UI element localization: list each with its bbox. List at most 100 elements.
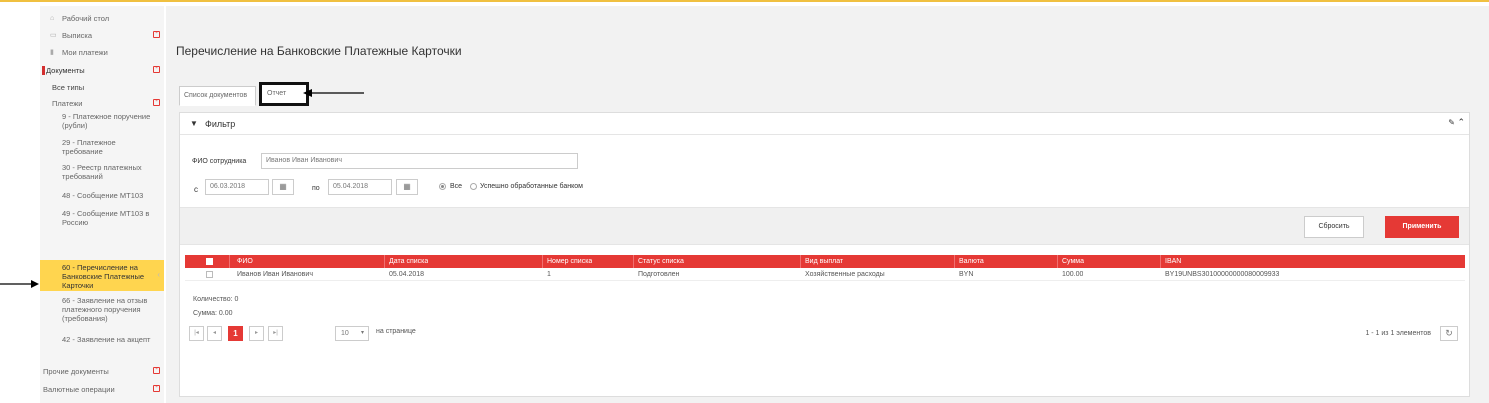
first-page-icon[interactable]: |◂ — [189, 326, 204, 341]
sidebar-item-label: Документы — [46, 66, 85, 75]
sidebar-item-label: Все типы — [52, 83, 85, 92]
top-accent-line — [0, 0, 1489, 2]
main-content: Перечисление на Банковские Платежные Кар… — [166, 6, 1489, 403]
cell-status: Подготовлен — [638, 271, 680, 278]
sidebar-item-label: 30 - Реестр платежных требований — [62, 163, 142, 181]
sidebar-item-doc-49[interactable]: 49 - Сообщение MT103 в Россию — [40, 209, 164, 231]
column-header-currency[interactable]: Валюта — [959, 255, 984, 268]
calendar-icon[interactable]: ▦ — [396, 179, 418, 195]
cell-currency: BYN — [959, 271, 974, 278]
sidebar-item-doc-42[interactable]: 42 - Заявление на акцепт — [40, 335, 164, 357]
cell-sum: 100.00 — [1062, 271, 1084, 278]
select-all-checkbox[interactable] — [206, 258, 213, 265]
row-checkbox[interactable] — [206, 271, 213, 278]
sidebar-item-label: Прочие документы — [43, 367, 109, 376]
page-size-value: 10 — [341, 330, 349, 337]
page-size-select[interactable]: 10 ▾ — [335, 326, 369, 341]
column-header-iban[interactable]: IBAN — [1165, 255, 1181, 268]
sidebar-item-doc-48[interactable]: 48 - Сообщение MT103 — [40, 191, 164, 201]
sidebar-item-currency-ops[interactable]: Валютные операции - — [40, 384, 164, 395]
date-from-input[interactable]: 06.03.2018 — [205, 179, 269, 195]
sidebar-item-label: 9 - Платежное поручение (рубли) — [62, 112, 151, 130]
sidebar-item-label: Платежи — [52, 99, 83, 108]
total-sum: Сумма: 0.00 — [193, 310, 233, 317]
chevron-up-icon[interactable]: ⌃ — [1457, 117, 1465, 128]
refresh-icon[interactable]: ↻ — [1440, 326, 1458, 341]
column-header-date[interactable]: Дата списка — [389, 255, 428, 268]
sidebar-item-my-payments[interactable]: ▮ Мои платежи — [40, 48, 164, 58]
cell-iban: BY19UNBS30100000000080009933 — [1165, 271, 1280, 278]
radio-processed[interactable] — [470, 183, 477, 190]
calendar-icon[interactable]: ▦ — [272, 179, 294, 195]
sidebar-item-label: 49 - Сообщение MT103 в Россию — [62, 209, 150, 227]
tab-document-list[interactable]: Список документов — [179, 86, 256, 106]
next-page-icon[interactable]: ▸ — [249, 326, 264, 341]
cell-fio: Иванов Иван Иванович — [237, 271, 313, 278]
funnel-icon: ▼ — [190, 119, 198, 128]
page-size-label: на странице — [376, 328, 416, 335]
current-page[interactable]: 1 — [228, 326, 243, 341]
documents-table: ФИО Дата списка Номер списка Статус спис… — [185, 255, 1465, 281]
column-divider — [800, 255, 801, 268]
sidebar-item-payments[interactable]: Платежи - — [40, 98, 164, 109]
column-divider — [229, 255, 230, 268]
sidebar-item-doc-30[interactable]: 30 - Реестр платежных требований — [40, 163, 164, 185]
sidebar-item-label: 42 - Заявление на акцепт — [62, 335, 151, 344]
filter-actions: Сбросить Применить — [180, 207, 1469, 245]
column-divider — [954, 255, 955, 268]
table-row[interactable]: Иванов Иван Иванович 05.04.2018 1 Подгот… — [185, 268, 1465, 281]
items-range: 1 - 1 из 1 элементов — [1365, 330, 1431, 337]
collapse-icon[interactable]: - — [153, 98, 160, 106]
pin-icon[interactable]: ✎ — [1448, 118, 1455, 127]
column-header-sum[interactable]: Сумма — [1062, 255, 1084, 268]
sidebar-item-statement[interactable]: ▭ Выписка - — [40, 30, 164, 41]
sidebar-item-desktop[interactable]: ⌂ Рабочий стол — [40, 14, 164, 24]
sidebar-item-label: Валютные операции — [43, 385, 115, 394]
column-divider — [1160, 255, 1161, 268]
column-header-status[interactable]: Статус списка — [638, 255, 684, 268]
collapse-icon[interactable]: - — [153, 30, 160, 38]
statement-icon: ▭ — [50, 32, 57, 39]
sidebar-item-other-docs[interactable]: Прочие документы - — [40, 366, 164, 377]
last-page-icon[interactable]: ▸| — [268, 326, 283, 341]
filter-header[interactable]: ▼ Фильтр ✎ ⌃ — [180, 113, 1469, 135]
annotation-arrow-tab — [303, 89, 364, 97]
sidebar-item-label: Выписка — [62, 31, 93, 40]
sidebar-item-doc-29[interactable]: 29 - Платежное требование — [40, 138, 164, 160]
filter-title: Фильтр — [205, 119, 236, 129]
sidebar-item-doc-60[interactable]: 60 - Перечисление на Банковские Платежны… — [40, 260, 164, 291]
sidebar-item-doc-66[interactable]: 66 - Заявление на отзыв платежного поруч… — [40, 296, 164, 328]
collapse-icon[interactable]: - — [153, 65, 160, 73]
sidebar-item-label: 66 - Заявление на отзыв платежного поруч… — [62, 296, 148, 323]
column-header-number[interactable]: Номер списка — [547, 255, 592, 268]
chevron-left-icon: ‹ — [157, 270, 160, 279]
column-divider — [384, 255, 385, 268]
cell-type: Хозяйственные расходы — [805, 271, 885, 278]
reset-button[interactable]: Сбросить — [1304, 216, 1364, 238]
cell-number: 1 — [547, 271, 551, 278]
prev-page-icon[interactable]: ◂ — [207, 326, 222, 341]
radio-all-label: Все — [450, 183, 463, 190]
annotation-arrow-sidebar — [0, 280, 39, 288]
column-header-fio[interactable]: ФИО — [237, 255, 253, 268]
tab-report[interactable]: Отчет — [259, 82, 309, 106]
column-divider — [542, 255, 543, 268]
fio-input[interactable]: Иванов Иван Иванович — [261, 153, 578, 169]
sidebar-item-doc-9[interactable]: 9 - Платежное поручение (рубли) — [40, 112, 164, 134]
apply-button[interactable]: Применить — [1385, 216, 1459, 238]
sidebar-item-label: 29 - Платежное требование — [62, 138, 116, 156]
column-divider — [633, 255, 634, 268]
sidebar-item-documents[interactable]: Документы - — [40, 65, 164, 76]
collapse-icon[interactable]: - — [153, 366, 160, 374]
radio-all[interactable] — [439, 183, 446, 190]
sidebar: ⌂ Рабочий стол ▭ Выписка - ▮ Мои платежи… — [40, 6, 164, 403]
sidebar-item-label: 60 - Перечисление на Банковские Платежны… — [62, 263, 145, 290]
date-to-input[interactable]: 05.04.2018 — [328, 179, 392, 195]
column-header-type[interactable]: Вид выплат — [805, 255, 843, 268]
total-count: Количество: 0 — [193, 296, 239, 303]
sidebar-item-all-types[interactable]: Все типы — [40, 83, 164, 93]
sidebar-item-label: Мои платежи — [62, 48, 108, 57]
filter-panel: ▼ Фильтр ✎ ⌃ ФИО сотрудника Иванов Иван … — [179, 112, 1470, 397]
sidebar-item-label: Рабочий стол — [62, 14, 110, 23]
collapse-icon[interactable]: - — [153, 384, 160, 392]
